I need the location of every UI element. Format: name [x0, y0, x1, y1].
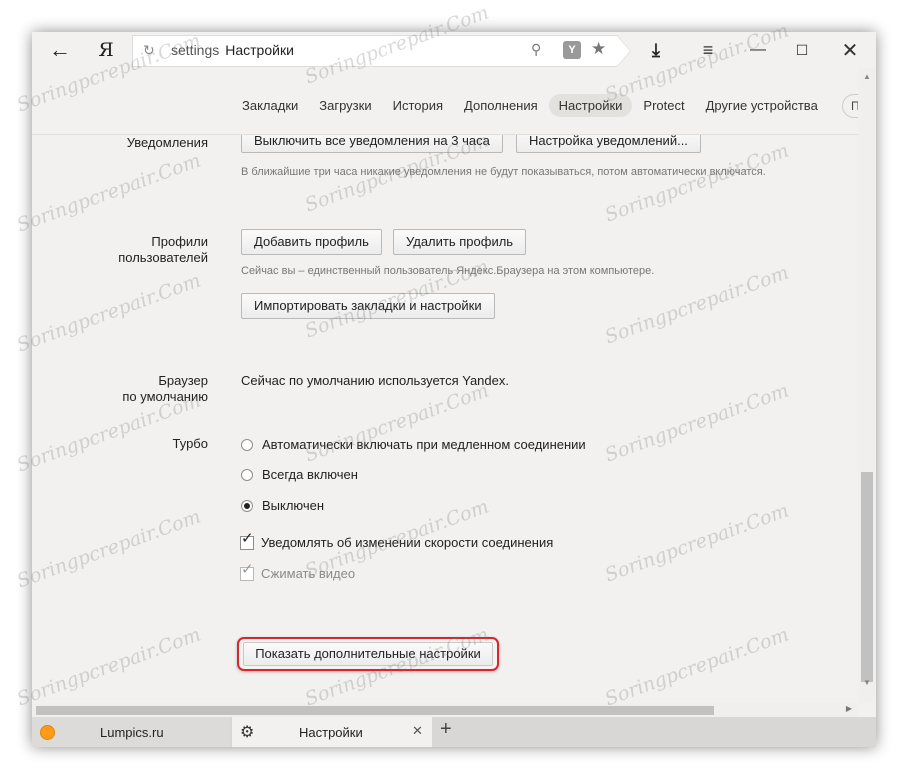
- nav-tab-downloads[interactable]: Загрузки: [309, 94, 381, 117]
- settings-content: Уведомления Выключить все уведомления на…: [32, 135, 858, 703]
- orange-favicon-icon: [40, 724, 55, 740]
- radio-button[interactable]: [241, 468, 253, 481]
- default-browser-text: Сейчас по умолчанию используется Yandex.: [241, 373, 509, 388]
- nav-tab-protect[interactable]: Protect: [633, 94, 694, 117]
- vertical-scroll-thumb[interactable]: [861, 472, 873, 682]
- nav-tab-bookmarks[interactable]: Закладки: [232, 94, 308, 117]
- turbo-option-off-label: Выключен: [262, 498, 325, 513]
- delete-profile-button[interactable]: Удалить профиль: [393, 229, 527, 255]
- browser-window: ← Я ↻ settings Настройки ⚲ Y ★ ⤓ ≡ — ☐ ✕ …: [32, 32, 876, 747]
- search-icon[interactable]: ⚲: [531, 41, 541, 58]
- default-browser-label: Браузер по умолчанию: [72, 373, 208, 405]
- url-title: Настройки: [225, 42, 294, 58]
- checkbox[interactable]: ✓: [240, 529, 254, 550]
- back-arrow-icon[interactable]: ←: [48, 32, 72, 68]
- notifications-hint: В ближайшие три часа никакие уведомления…: [241, 166, 766, 178]
- notify-speed-checkbox[interactable]: ✓ Уведомлять об изменении скорости соеди…: [240, 529, 554, 550]
- checkbox-disabled: ✓: [240, 560, 254, 581]
- horizontal-scrollbar[interactable]: ▶: [32, 703, 858, 717]
- tab-settings[interactable]: ⚙ Настройки ✕: [232, 717, 432, 747]
- settings-nav: Закладки Загрузки История Дополнения Нас…: [32, 68, 872, 135]
- maximize-icon[interactable]: ☐: [790, 32, 814, 68]
- profiles-label-line1: Профили: [151, 234, 208, 249]
- turbo-option-auto[interactable]: Автоматически включать при медленном сое…: [241, 437, 586, 452]
- show-more-highlight: Показать дополнительные настройки: [237, 637, 499, 671]
- import-settings-button[interactable]: Импортировать закладки и настройки: [241, 293, 495, 319]
- add-profile-button[interactable]: Добавить профиль: [241, 229, 382, 255]
- nav-tab-other-devices[interactable]: Другие устройства: [696, 94, 828, 117]
- url-text[interactable]: settings Настройки: [171, 42, 294, 58]
- nav-tab-settings[interactable]: Настройки: [548, 94, 633, 117]
- tab-title: Lumpics.ru: [100, 724, 164, 740]
- notify-speed-label: Уведомлять об изменении скорости соедине…: [261, 535, 554, 550]
- nav-tabs: Закладки Загрузки История Дополнения Нас…: [232, 94, 829, 117]
- default-browser-label-line1: Браузер: [158, 373, 208, 388]
- close-window-icon[interactable]: ✕: [838, 32, 862, 68]
- download-icon[interactable]: ⤓: [644, 32, 668, 68]
- radio-button[interactable]: [241, 438, 253, 451]
- turbo-label: Турбо: [172, 436, 208, 451]
- scroll-down-arrow-icon[interactable]: ▼: [863, 678, 871, 687]
- address-bar-tail-inner: [617, 36, 630, 66]
- protect-icon[interactable]: Y: [563, 41, 581, 59]
- tab-close-icon[interactable]: ✕: [412, 723, 423, 739]
- url-prefix: settings: [171, 42, 220, 58]
- profiles-hint: Сейчас вы – единственный пользователь Ян…: [241, 265, 655, 277]
- scroll-right-arrow-icon[interactable]: ▶: [846, 704, 852, 713]
- vertical-scrollbar[interactable]: ▲ ▼: [858, 68, 876, 703]
- profiles-label-line2: пользователей: [118, 250, 208, 265]
- tab-title: Настройки: [299, 724, 363, 740]
- check-mark-icon: ✓: [241, 529, 254, 547]
- disable-notifications-button[interactable]: Выключить все уведомления на 3 часа: [241, 135, 503, 153]
- notification-settings-button[interactable]: Настройка уведомлений...: [516, 135, 701, 153]
- turbo-option-always[interactable]: Всегда включен: [241, 467, 358, 482]
- turbo-option-always-label: Всегда включен: [262, 467, 358, 482]
- scroll-up-arrow-icon[interactable]: ▲: [863, 72, 871, 81]
- check-mark-icon: ✓: [241, 560, 254, 578]
- default-browser-label-line2: по умолчанию: [122, 389, 208, 404]
- tab-strip: Lumpics.ru ⚙ Настройки ✕ +: [32, 717, 876, 747]
- profiles-label: Профили пользователей: [72, 234, 208, 266]
- compress-video-checkbox: ✓ Сжимать видео: [240, 560, 356, 581]
- compress-video-label: Сжимать видео: [261, 566, 356, 581]
- notifications-label: Уведомления: [126, 135, 208, 150]
- address-bar[interactable]: ↻ settings Настройки ⚲ Y ★: [132, 35, 631, 67]
- turbo-option-auto-label: Автоматически включать при медленном сое…: [262, 437, 586, 452]
- turbo-option-off[interactable]: Выключен: [241, 498, 324, 513]
- horizontal-scroll-thumb[interactable]: [36, 706, 714, 715]
- yandex-logo[interactable]: Я: [98, 32, 114, 68]
- nav-tab-extensions[interactable]: Дополнения: [454, 94, 548, 117]
- show-more-settings-button[interactable]: Показать дополнительные настройки: [243, 642, 493, 666]
- hamburger-menu-icon[interactable]: ≡: [696, 32, 720, 68]
- radio-button-selected[interactable]: [241, 499, 253, 512]
- tab-lumpics[interactable]: Lumpics.ru: [32, 717, 230, 747]
- reload-icon[interactable]: ↻: [143, 42, 155, 59]
- bookmark-star-icon[interactable]: ★: [591, 39, 606, 59]
- gear-icon: ⚙: [240, 724, 255, 741]
- minimize-icon[interactable]: —: [746, 32, 770, 68]
- new-tab-plus-icon[interactable]: +: [440, 718, 452, 741]
- address-toolbar: ← Я ↻ settings Настройки ⚲ Y ★ ⤓ ≡ — ☐ ✕: [32, 32, 876, 68]
- nav-tab-history[interactable]: История: [383, 94, 453, 117]
